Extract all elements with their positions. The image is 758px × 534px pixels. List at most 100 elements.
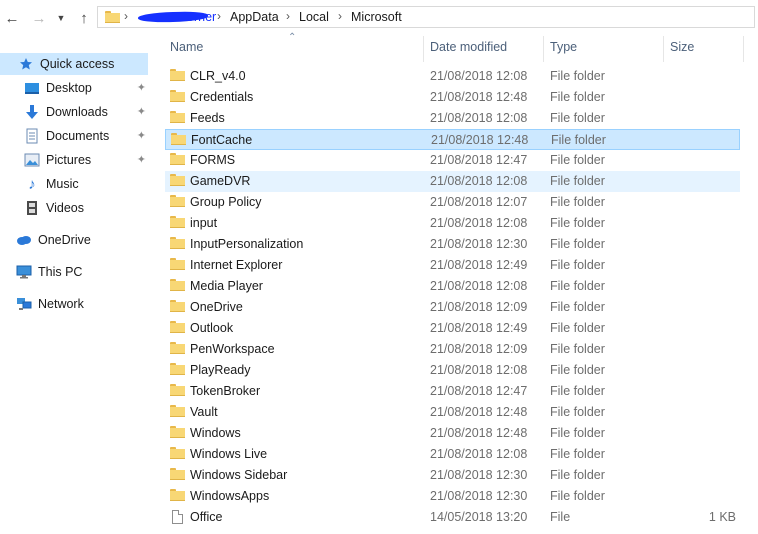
sidebar-item-label: Pictures (46, 153, 92, 167)
arrow-right-icon: → (31, 9, 47, 27)
file-row[interactable]: FontCache 21/08/2018 12:48 File folder (165, 129, 740, 150)
sidebar-item-label: Downloads (46, 105, 108, 119)
pin-icon[interactable]: ✦ (137, 153, 146, 166)
recent-locations-button[interactable]: ▼ (54, 8, 68, 28)
sidebar-item-label: OneDrive (38, 233, 91, 247)
column-divider[interactable] (743, 36, 744, 62)
file-row[interactable]: Windows Live 21/08/2018 12:08 File folder (165, 444, 740, 465)
file-row[interactable]: Outlook 21/08/2018 12:49 File folder (165, 318, 740, 339)
breadcrumb-microsoft[interactable]: Microsoft (351, 10, 402, 24)
documents-icon (24, 128, 40, 144)
file-row[interactable]: Group Policy 21/08/2018 12:07 File folder (165, 192, 740, 213)
file-date-modified: 21/08/2018 12:08 (430, 216, 528, 230)
file-name: CLR_v4.0 (190, 69, 246, 83)
address-bar[interactable]: › Horner › AppData › Local › Microsoft (97, 6, 755, 28)
file-row[interactable]: Feeds 21/08/2018 12:08 File folder (165, 108, 740, 129)
column-header-date-modified[interactable]: Date modified (430, 40, 507, 58)
file-row[interactable]: PlayReady 21/08/2018 12:08 File folder (165, 360, 740, 381)
file-row[interactable]: WindowsApps 21/08/2018 12:30 File folder (165, 486, 740, 507)
file-type: File folder (550, 405, 605, 419)
sidebar-item-videos[interactable]: Videos (0, 197, 148, 219)
column-header-type[interactable]: Type (550, 40, 577, 58)
folder-icon (170, 342, 186, 356)
file-row[interactable]: PenWorkspace 21/08/2018 12:09 File folder (165, 339, 740, 360)
folder-icon (170, 279, 186, 293)
file-date-modified: 21/08/2018 12:07 (430, 195, 528, 209)
file-row[interactable]: Vault 21/08/2018 12:48 File folder (165, 402, 740, 423)
sidebar-item-desktop[interactable]: Desktop ✦ (0, 77, 148, 99)
file-row[interactable]: Internet Explorer 21/08/2018 12:49 File fo… (165, 255, 740, 276)
file-date-modified: 21/08/2018 12:48 (430, 426, 528, 440)
file-date-modified: 21/08/2018 12:09 (430, 300, 528, 314)
file-row[interactable]: TokenBroker 21/08/2018 12:47 File folder (165, 381, 740, 402)
sidebar-item-documents[interactable]: Documents ✦ (0, 125, 148, 147)
folder-icon (170, 447, 186, 461)
file-name: Windows (190, 426, 241, 440)
folder-icon (170, 363, 186, 377)
file-name: Credentials (190, 90, 254, 104)
sidebar-item-onedrive[interactable]: OneDrive (0, 229, 148, 251)
file-date-modified: 21/08/2018 12:30 (430, 489, 528, 503)
sidebar-item-downloads[interactable]: Downloads ✦ (0, 101, 148, 123)
up-button[interactable]: ↑ (74, 8, 94, 28)
file-type: File folder (550, 90, 605, 104)
file-name: WindowsApps (190, 489, 270, 503)
file-row[interactable]: CLR_v4.0 21/08/2018 12:08 File folder (165, 66, 740, 87)
folder-icon (170, 216, 186, 230)
file-row[interactable]: FORMS 21/08/2018 12:47 File folder (165, 150, 740, 171)
file-row[interactable]: InputPersonalization 21/08/2018 12:30 File… (165, 234, 740, 255)
folder-icon (170, 195, 186, 209)
pin-icon[interactable]: ✦ (137, 129, 146, 142)
file-date-modified: 14/05/2018 13:20 (430, 510, 528, 524)
pin-icon[interactable]: ✦ (137, 81, 146, 94)
file-row[interactable]: Media Player 21/08/2018 12:08 File folder (165, 276, 740, 297)
file-name: input (190, 216, 218, 230)
sidebar-item-music[interactable]: ♪ Music (0, 173, 148, 195)
folder-icon (170, 489, 186, 503)
file-row[interactable]: Windows 21/08/2018 12:48 File folder (165, 423, 740, 444)
file-name: Vault (190, 405, 218, 419)
file-type: File folder (550, 384, 605, 398)
sidebar-item-this-pc[interactable]: This PC (0, 261, 148, 283)
sidebar-item-label: Network (38, 297, 84, 311)
file-date-modified: 21/08/2018 12:47 (430, 153, 528, 167)
file-name: Office (190, 510, 223, 524)
folder-icon (170, 468, 186, 482)
sidebar-item-label: Music (46, 177, 79, 191)
column-header-name[interactable]: Name (170, 40, 203, 58)
file-date-modified: 21/08/2018 12:48 (431, 133, 529, 147)
folder-icon (105, 11, 120, 23)
file-row[interactable]: input 21/08/2018 12:08 File folder (165, 213, 740, 234)
file-row[interactable]: OneDrive 21/08/2018 12:09 File folder (165, 297, 740, 318)
sidebar-item-pictures[interactable]: Pictures ✦ (0, 149, 148, 171)
file-name: Feeds (190, 111, 225, 125)
column-header-size[interactable]: Size (670, 40, 694, 58)
breadcrumb-separator: › (338, 9, 342, 23)
sidebar-item-quick-access[interactable]: Quick access (0, 53, 148, 75)
file-icon (170, 510, 186, 524)
forward-button[interactable]: → (29, 8, 49, 28)
navigation-pane: Quick access Desktop ✦ Downloads ✦ Docum… (0, 42, 150, 534)
breadcrumb-separator: › (217, 9, 221, 23)
column-divider[interactable] (543, 36, 544, 62)
breadcrumb-appdata[interactable]: AppData (230, 10, 279, 24)
file-date-modified: 21/08/2018 12:47 (430, 384, 528, 398)
file-type: File folder (550, 279, 605, 293)
column-divider[interactable] (663, 36, 664, 62)
sidebar-item-network[interactable]: Network (0, 293, 148, 315)
pin-icon[interactable]: ✦ (137, 105, 146, 118)
back-button[interactable]: ← (2, 8, 22, 28)
file-row[interactable]: Credentials 21/08/2018 12:48 File folder (165, 87, 740, 108)
file-row[interactable]: GameDVR 21/08/2018 12:08 File folder (165, 171, 740, 192)
sidebar-item-label: Desktop (46, 81, 92, 95)
breadcrumb-local[interactable]: Local (299, 10, 329, 24)
file-name: FORMS (190, 153, 236, 167)
file-date-modified: 21/08/2018 12:09 (430, 342, 528, 356)
column-divider[interactable] (423, 36, 424, 62)
breadcrumb-separator: › (286, 9, 290, 23)
file-row[interactable]: Windows Sidebar 21/08/2018 12:30 File fold… (165, 465, 740, 486)
file-row[interactable]: Office 14/05/2018 13:20 File 1 KB (165, 507, 740, 528)
navigation-bar: ← → ▼ ↑ › Horner › AppData › Local › Mic… (0, 0, 758, 36)
file-date-modified: 21/08/2018 12:08 (430, 111, 528, 125)
file-type: File folder (550, 489, 605, 503)
